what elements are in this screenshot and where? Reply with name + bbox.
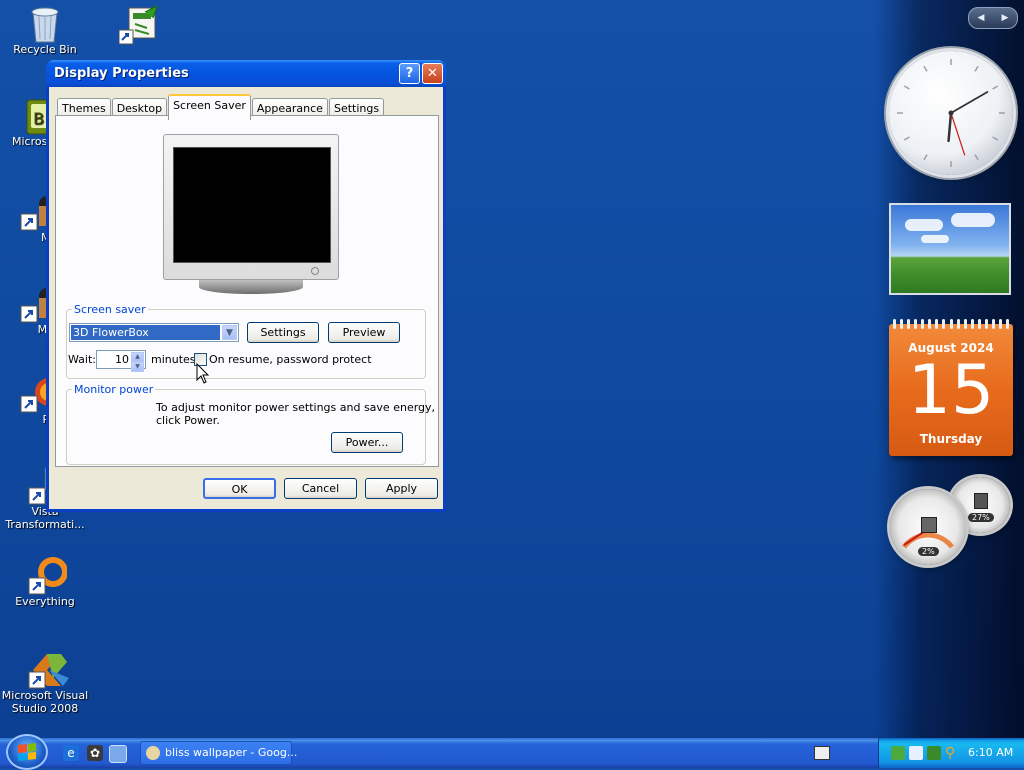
cpu-chip-icon — [921, 517, 937, 533]
search-icon[interactable]: ⚲ — [945, 746, 959, 760]
clock-tick — [903, 136, 910, 141]
cpu-value: 2% — [918, 547, 939, 556]
calendar-weekday: Thursday — [919, 432, 983, 446]
clock-tick — [923, 154, 928, 161]
start-button[interactable] — [6, 734, 48, 770]
memory-chip-icon — [974, 493, 988, 509]
wait-value: 10 — [115, 353, 129, 366]
clock-face — [897, 59, 1005, 167]
desktop-icon-everything[interactable]: Everything — [0, 556, 90, 608]
wait-minutes-spinner[interactable]: 10 ▲ ▼ — [96, 350, 146, 372]
calendar-binding — [893, 319, 1009, 329]
tray-app-icon[interactable] — [891, 746, 905, 760]
title-bar[interactable]: Display Properties ? ✕ — [46, 60, 446, 87]
monitor-power-description-2: click Power. — [156, 414, 220, 427]
second-hand — [950, 112, 966, 156]
spinner-arrows[interactable]: ▲ ▼ — [131, 352, 144, 372]
minute-hand — [950, 91, 989, 114]
monitor-stand — [199, 280, 303, 294]
power-button[interactable]: Power... — [331, 432, 403, 453]
spin-down-icon[interactable]: ▼ — [131, 362, 144, 372]
ok-button[interactable]: OK — [203, 478, 276, 499]
taskbar: e ✿ bliss wallpaper - Goog... ⚲ 6:10 AM — [0, 734, 1024, 770]
recycle-bin-icon — [27, 4, 63, 43]
screen-saver-settings-button[interactable]: Settings — [247, 322, 319, 343]
apply-button[interactable]: Apply — [365, 478, 438, 499]
monitor-power-group-label: Monitor power — [74, 383, 154, 396]
display-properties-dialog: Display Properties ? ✕ Themes Desktop Sc… — [46, 60, 446, 512]
spin-up-icon[interactable]: ▲ — [131, 352, 144, 362]
keyboard-icon[interactable] — [814, 746, 830, 760]
previous-icon[interactable]: ◀ — [978, 13, 985, 23]
desktop-icon-label: Microsoft Visual Studio 2008 — [1, 689, 89, 715]
preview-button[interactable]: Preview — [328, 322, 400, 343]
browser-window-icon — [146, 746, 160, 760]
screen-saver-group: Screen saver 3D FlowerBox ▼ Settings Pre… — [66, 303, 426, 379]
visual-studio-icon — [27, 650, 69, 689]
screen-saver-dropdown[interactable]: 3D FlowerBox ▼ — [69, 323, 239, 342]
screen-saver-selected: 3D FlowerBox — [71, 325, 220, 340]
password-protect-label[interactable]: On resume, password protect — [209, 353, 372, 366]
clock-tick — [992, 136, 999, 141]
preview-screen — [173, 147, 331, 263]
monitor-power-description: To adjust monitor power settings and sav… — [156, 401, 436, 414]
network-icon[interactable] — [927, 746, 941, 760]
mouse-pointer-icon — [196, 362, 210, 388]
help-button[interactable]: ? — [399, 63, 420, 84]
dialog-title: Display Properties — [54, 66, 189, 81]
calendar-day: 15 — [907, 351, 995, 430]
clock-tick — [974, 154, 979, 161]
cpu-meter: 2% — [890, 489, 966, 565]
minutes-label: minutes — [151, 353, 196, 366]
close-icon: ✕ — [427, 66, 438, 81]
chevron-down-icon[interactable]: ▼ — [222, 325, 237, 340]
desktop-icon-label: Everything — [15, 595, 75, 608]
desktop-icon-network[interactable] — [92, 4, 182, 45]
screen-saver-group-label: Screen saver — [74, 303, 146, 316]
svg-text:B: B — [33, 109, 44, 128]
desktop-icon-visual-studio[interactable]: Microsoft Visual Studio 2008 — [0, 650, 90, 715]
cancel-button[interactable]: Cancel — [284, 478, 357, 499]
clock-tick — [923, 65, 928, 72]
windows-logo-icon — [18, 743, 36, 761]
wait-label: Wait: — [68, 353, 96, 366]
sidebar-navigation[interactable]: ◀ ▶ — [968, 7, 1018, 29]
network-icon — [118, 4, 158, 45]
taskbar-button-browser[interactable]: bliss wallpaper - Goog... — [140, 741, 297, 765]
calendar-gadget[interactable]: August 2024 15 Thursday — [889, 319, 1013, 456]
desktop-icon-label: Recycle Bin — [13, 43, 77, 56]
help-icon: ? — [405, 66, 414, 81]
clock-tick — [974, 65, 979, 72]
hour-hand — [947, 111, 953, 143]
screen-saver-panel: Screen saver 3D FlowerBox ▼ Settings Pre… — [55, 115, 439, 467]
monitor-preview — [163, 134, 339, 280]
memory-value: 27% — [968, 513, 994, 522]
tray-window-icon[interactable] — [909, 746, 923, 760]
desktop-icon-recycle-bin[interactable]: Recycle Bin — [0, 4, 90, 56]
clock-tick — [992, 85, 999, 90]
clock-tick — [903, 85, 910, 90]
system-clock[interactable]: 6:10 AM — [968, 746, 1013, 759]
clock-gadget[interactable] — [889, 51, 1013, 175]
system-tray: ⚲ 6:10 AM — [878, 738, 1024, 768]
taskbar-button-label: bliss wallpaper - Goog... — [165, 746, 298, 759]
monitor-power-group: Monitor power To adjust monitor power se… — [66, 383, 435, 465]
close-button[interactable]: ✕ — [422, 63, 443, 84]
slideshow-gadget[interactable] — [889, 203, 1011, 295]
show-desktop-icon[interactable] — [109, 745, 127, 763]
internet-explorer-icon[interactable]: e — [63, 745, 79, 761]
tab-screen-saver[interactable]: Screen Saver — [168, 94, 251, 120]
next-icon[interactable]: ▶ — [1002, 13, 1009, 23]
monitor-power-led-icon — [311, 267, 319, 275]
quick-launch-app-icon[interactable]: ✿ — [87, 745, 103, 761]
everything-icon — [27, 556, 68, 595]
